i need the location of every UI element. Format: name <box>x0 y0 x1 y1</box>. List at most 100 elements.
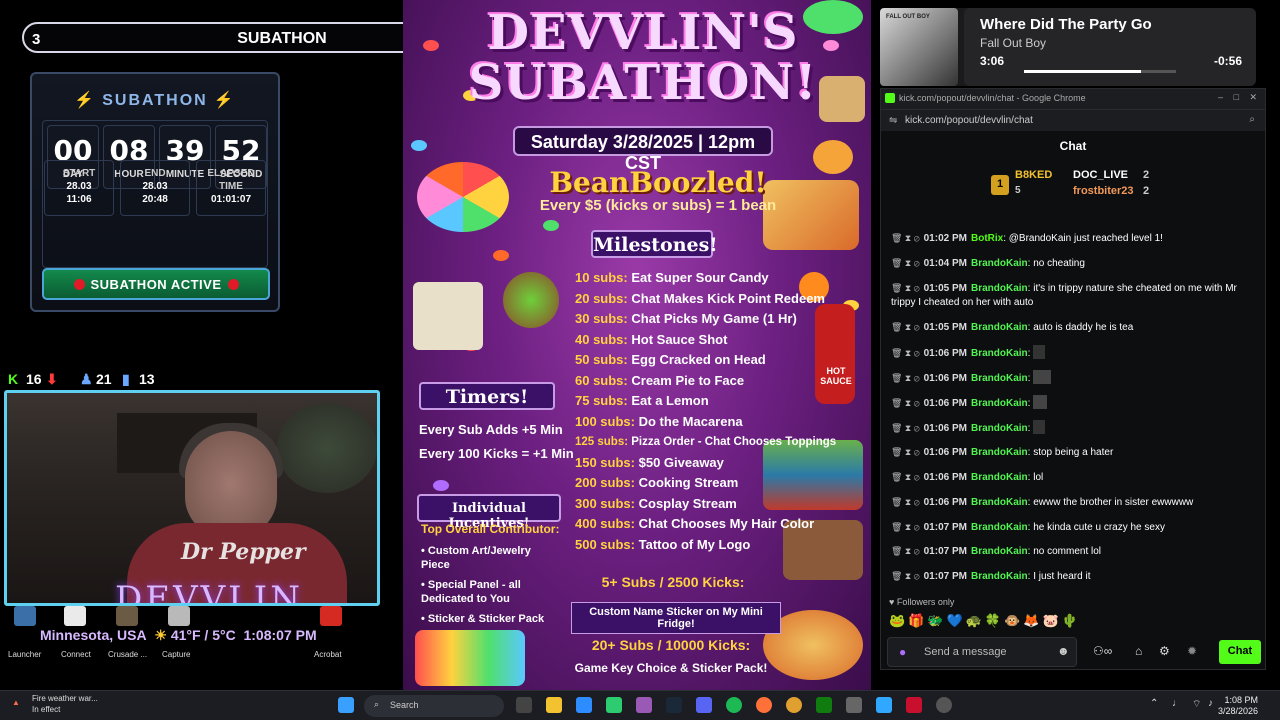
app-icon[interactable] <box>846 697 862 713</box>
song-artist: Fall Out Boy <box>980 36 1047 50</box>
trash-icon[interactable]: 🗑 ⧗ ⊘ <box>891 447 920 457</box>
badge-icon[interactable]: ✹ <box>1187 644 1197 658</box>
chat-send-button[interactable]: Chat <box>1219 640 1261 664</box>
leader-count: 2 <box>1143 185 1150 197</box>
trash-icon[interactable]: 🗑 ⧗ ⊘ <box>891 398 920 408</box>
trash-icon[interactable]: 🗑 ⧗ ⊘ <box>891 546 920 556</box>
mic-tray-icon[interactable]: ♩ <box>1172 698 1182 709</box>
milestones-list: 10 subs: Eat Super Sour Candy 20 subs: C… <box>575 268 836 555</box>
store-icon[interactable]: ⌂ <box>1135 644 1142 658</box>
trash-icon[interactable]: 🗑 ⧗ ⊘ <box>891 258 920 268</box>
trash-icon[interactable]: 🗑 ⧗ ⊘ <box>891 322 920 332</box>
chat-message: 🗑 ⧗ ⊘ 01:06 PM BrandoKain: <box>891 420 1259 436</box>
kick-subs-count: 16 <box>26 371 42 387</box>
trash-icon[interactable]: 🗑 ⧗ ⊘ <box>891 233 920 243</box>
start-time: START 28.03 11:06 <box>44 160 114 216</box>
zoom-icon[interactable]: ⌕ <box>1249 114 1255 125</box>
person-icon: ♟ <box>80 371 93 387</box>
top-contributor-label: Top Overall Contributor: <box>421 522 560 536</box>
trash-icon[interactable]: 🗑 ⧗ ⊘ <box>891 283 920 293</box>
steam-icon[interactable] <box>666 697 682 713</box>
app-icon[interactable] <box>636 697 652 713</box>
file-explorer-icon[interactable] <box>546 697 562 713</box>
emoji-icon[interactable]: ☻ <box>1057 644 1070 658</box>
emote-bar[interactable]: 🐸🎁🐲💙🐢🍀🐵🦊🐷🌵 <box>889 613 1081 629</box>
song-progress-bar <box>1024 70 1176 73</box>
chat-message: 🗑 ⧗ ⊘ 01:04 PM BrandoKain: no cheating <box>891 258 1085 269</box>
milestones-title: Milestones! <box>591 230 718 258</box>
song-title: Where Did The Party Go <box>980 16 1152 33</box>
trash-icon[interactable]: 🗑 ⧗ ⊘ <box>891 472 920 482</box>
bonus2-text: Game Key Choice & Sticker Pack! <box>574 661 768 675</box>
mic-icon[interactable]: ● <box>899 645 906 659</box>
cash-register-image <box>819 76 865 122</box>
incentives-list: Top Overall Contributor: • Custom Art/Je… <box>421 522 561 632</box>
capture-icon[interactable] <box>168 606 190 626</box>
poster-title: DEVVLIN'S SUBATHON! <box>468 5 818 111</box>
desktop-label-crusade: Crusade ... <box>108 650 148 659</box>
timers-title: Timers! <box>419 382 555 410</box>
edge-icon[interactable] <box>576 697 592 713</box>
windows-taskbar: ▲ Fire weather war... In effect ⌕ Search… <box>0 690 1280 720</box>
trash-icon[interactable]: 🗑 ⧗ ⊘ <box>891 571 920 581</box>
chat-message: 🗑 ⧗ ⊘ 01:05 PM BrandoKain: auto is daddy h… <box>891 322 1134 333</box>
desktop-label-connect: Connect <box>61 650 91 659</box>
task-view-icon[interactable] <box>516 697 532 713</box>
points-icon[interactable]: ⚇∞ <box>1093 644 1112 658</box>
chat-message: 🗑 ⧗ ⊘ 01:07 PM BrandoKain: he kinda cute u… <box>891 522 1165 533</box>
chrome-icon[interactable] <box>786 697 802 713</box>
taskbar-search[interactable]: ⌕ Search <box>364 695 504 717</box>
address-bar[interactable]: ⇋ kick.com/popout/devvlin/chat ⌕ <box>881 109 1265 131</box>
milestone-item: 20 subs: Chat Makes Kick Point Redeem <box>575 290 825 306</box>
connect-icon[interactable] <box>64 606 86 626</box>
launcher-icon[interactable] <box>14 606 36 626</box>
close-icon[interactable]: ✕ <box>1249 92 1257 103</box>
network-icon[interactable]: ⌔ <box>1192 698 1201 711</box>
acrobat-icon[interactable] <box>320 606 342 626</box>
taskbar-weather-widget[interactable]: ▲ Fire weather war... In effect <box>12 693 98 715</box>
milestone-item: 50 subs: Egg Cracked on Head <box>575 352 766 367</box>
subathon-countdown: ⚡ SUBATHON ⚡ 00 DAY 08 HOUR 39 MINUTE 52 SECON… <box>30 72 280 312</box>
firefox-icon[interactable] <box>756 697 772 713</box>
app-icon[interactable] <box>606 697 622 713</box>
discord-icon[interactable] <box>696 697 712 713</box>
trash-icon[interactable]: 🗑 ⧗ ⊘ <box>891 497 920 507</box>
hot-sauce-image <box>815 304 855 404</box>
leader-name[interactable]: DOC_LIVE <box>1073 169 1128 181</box>
beanboozled-title: BeanBoozled! <box>549 166 767 199</box>
milestone-item: 10 subs: Eat Super Sour Candy <box>575 270 769 285</box>
trash-icon[interactable]: 🗑 ⧗ ⊘ <box>891 348 920 358</box>
status-dot-icon <box>73 279 85 290</box>
cupcake-image <box>503 272 559 328</box>
xbox-icon[interactable] <box>816 697 832 713</box>
volume-icon[interactable]: ♪ <box>1208 698 1213 709</box>
site-info-icon[interactable]: ⇋ <box>889 115 897 126</box>
pizza-image <box>763 180 859 250</box>
minimize-icon[interactable]: – <box>1218 92 1223 102</box>
lightning-icon: ⚡ <box>213 92 236 109</box>
leader-name[interactable]: B8KED <box>1015 169 1052 181</box>
trash-icon[interactable]: 🗑 ⧗ ⊘ <box>891 522 920 532</box>
tray-chevron-icon[interactable]: ⌃ <box>1150 698 1158 709</box>
spotify-icon[interactable] <box>726 697 742 713</box>
candy-cubes-image <box>415 630 525 686</box>
leader-name[interactable]: frostbiter23 <box>1073 185 1134 197</box>
chat-input[interactable]: Send a message <box>887 637 1077 667</box>
start-icon[interactable] <box>338 697 354 713</box>
trash-icon[interactable]: 🗑 ⧗ ⊘ <box>891 423 920 433</box>
indesign-icon[interactable] <box>906 697 922 713</box>
egg-image <box>813 140 853 174</box>
fire-icon: ▲ <box>12 698 20 707</box>
maximize-icon[interactable]: □ <box>1234 92 1239 102</box>
incentive-item: • Special Panel - all Dedicated to You <box>421 579 521 605</box>
incentive-item: • Custom Art/Jewelry Piece <box>421 545 531 571</box>
settings-icon[interactable]: ⚙ <box>1159 644 1170 658</box>
obs-icon[interactable] <box>936 697 952 713</box>
milestone-item: 400 subs: Chat Chooses My Hair Color <box>575 516 815 531</box>
webcam-feed: Dr Pepper DEVVLIN <box>4 390 380 606</box>
trash-icon[interactable]: 🗑 ⧗ ⊘ <box>891 373 920 383</box>
taskbar-clock[interactable]: 1:08 PM 3/28/2026 <box>1218 695 1258 717</box>
photoshop-icon[interactable] <box>876 697 892 713</box>
crusade-icon[interactable] <box>116 606 138 626</box>
heart-icon: ♥ <box>889 597 895 607</box>
